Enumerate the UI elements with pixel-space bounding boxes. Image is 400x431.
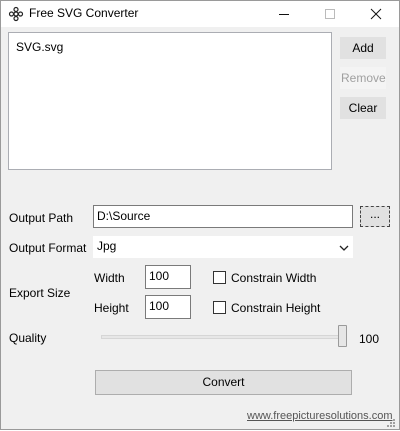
output-format-selected: Jpg: [97, 239, 117, 253]
minimize-button[interactable]: [261, 1, 307, 27]
height-label: Height: [94, 301, 129, 315]
convert-button[interactable]: Convert: [95, 370, 352, 395]
file-list-item[interactable]: SVG.svg: [16, 40, 63, 54]
constrain-height-label[interactable]: Constrain Height: [231, 301, 320, 315]
quality-slider-thumb[interactable]: [338, 325, 347, 347]
title-bar[interactable]: Free SVG Converter: [1, 1, 399, 27]
quality-slider-track[interactable]: [101, 335, 347, 339]
close-icon: [370, 8, 382, 20]
constrain-height-checkbox[interactable]: [213, 301, 226, 314]
width-label: Width: [94, 271, 125, 285]
close-button[interactable]: [353, 1, 399, 27]
resize-grip-icon[interactable]: [386, 417, 396, 431]
remove-button[interactable]: Remove: [340, 67, 386, 89]
window-title: Free SVG Converter: [29, 6, 139, 20]
output-path-input[interactable]: D:\Source: [93, 205, 353, 228]
width-input[interactable]: 100: [145, 265, 191, 289]
output-format-label: Output Format: [9, 241, 87, 255]
maximize-button[interactable]: [307, 1, 353, 27]
output-path-label: Output Path: [9, 211, 74, 225]
output-format-select[interactable]: Jpg: [93, 236, 353, 258]
quality-value: 100: [359, 332, 380, 346]
chevron-down-icon: [339, 241, 349, 255]
minimize-icon: [279, 14, 289, 15]
add-button[interactable]: Add: [340, 37, 386, 59]
file-list[interactable]: SVG.svg: [8, 32, 332, 170]
height-input[interactable]: 100: [145, 295, 191, 319]
clear-button[interactable]: Clear: [340, 97, 386, 119]
app-gear-icon: [8, 6, 24, 22]
export-size-label: Export Size: [9, 286, 71, 300]
constrain-width-checkbox[interactable]: [213, 271, 226, 284]
website-link[interactable]: www.freepicturesolutions.com: [247, 410, 393, 422]
constrain-width-label[interactable]: Constrain Width: [231, 271, 316, 285]
browse-button[interactable]: ...: [360, 206, 390, 227]
app-window: Free SVG Converter SVG.svg Add Remove Cl…: [0, 0, 400, 430]
maximize-icon: [325, 9, 335, 19]
quality-label: Quality: [9, 331, 47, 345]
